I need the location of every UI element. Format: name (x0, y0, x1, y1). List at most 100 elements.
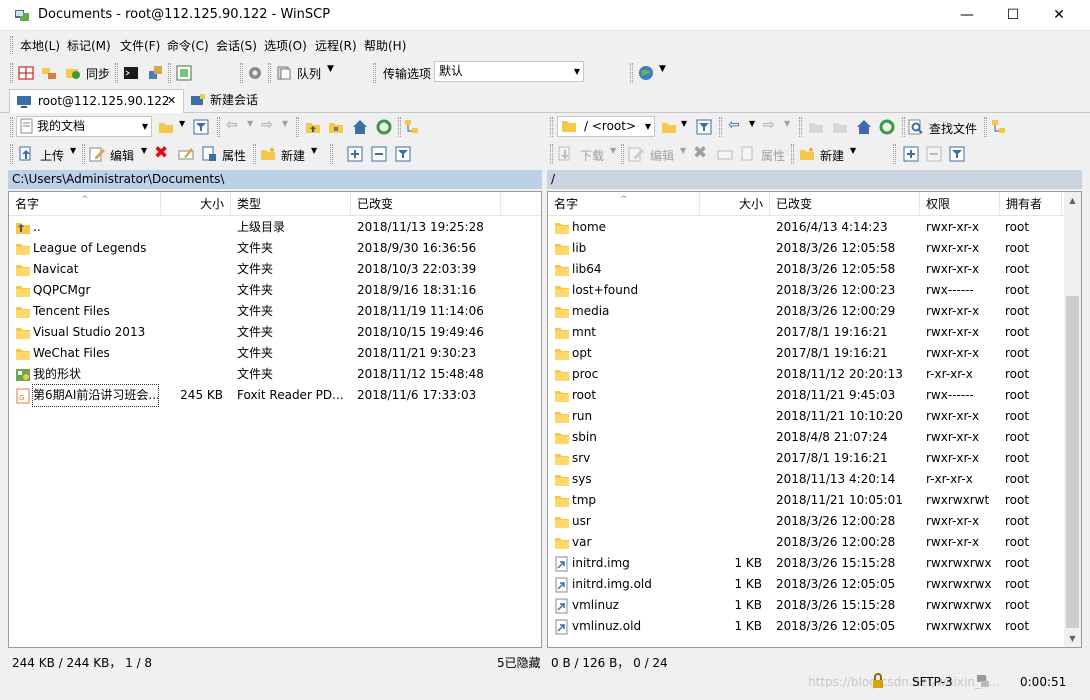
table-row[interactable]: Visual Studio 2013 文件夹 2018/10/15 19:49:46 (9, 322, 541, 343)
dropdown-arrow-icon[interactable]: ▼ (179, 119, 185, 128)
tree-view-icon[interactable] (404, 119, 420, 135)
open-folder-icon[interactable] (661, 119, 677, 135)
table-row[interactable]: lost+found 2018/3/26 12:00:23 rwx------ roo… (548, 280, 1081, 301)
local-path-bar[interactable]: C:\Users\Administrator\Documents\ (8, 170, 542, 189)
remote-location-select[interactable]: / <root> ▼ (557, 116, 655, 137)
table-row[interactable]: media 2018/3/26 12:00:29 rwxr-xr-x root (548, 301, 1081, 322)
close-button[interactable]: ✕ (1036, 0, 1082, 31)
synchronize-button-label[interactable]: 同步 (86, 65, 110, 82)
unselect-files-minus-icon[interactable] (926, 146, 942, 162)
table-row[interactable]: lib64 2018/3/26 12:05:58 rwxr-xr-x root (548, 259, 1081, 280)
menu-file[interactable]: 文件(F) (120, 37, 160, 54)
toolbar-gripper[interactable] (10, 36, 13, 54)
new-button-label[interactable]: 新建 (820, 147, 844, 164)
find-files-icon[interactable] (908, 119, 924, 135)
new-folder-icon[interactable] (799, 146, 815, 162)
synchronize-browsing-icon[interactable] (41, 65, 57, 81)
toolbar-gripper[interactable] (240, 63, 243, 83)
table-row[interactable]: opt 2017/8/1 19:16:21 rwxr-xr-x root (548, 343, 1081, 364)
table-row[interactable]: QQPCMgr 文件夹 2018/9/16 18:31:16 (9, 280, 541, 301)
download-icon[interactable] (557, 146, 573, 162)
remote-vertical-scrollbar[interactable]: ▲ ▼ (1064, 192, 1081, 647)
column-size[interactable]: 大小 (700, 192, 770, 216)
edit-button-label[interactable]: 编辑 (650, 147, 674, 164)
table-row[interactable]: .. 上级目录 2018/11/13 19:25:28 (9, 217, 541, 238)
minimize-button[interactable]: — (944, 0, 990, 31)
table-row[interactable]: initrd.img 1 KB 2018/3/26 15:15:28 rwxrwxrw… (548, 553, 1081, 574)
toolbar-gripper[interactable] (10, 117, 13, 137)
table-row[interactable]: var 2018/3/26 12:00:28 rwxr-xr-x root (548, 532, 1081, 553)
edit-icon[interactable] (89, 146, 105, 162)
new-window-icon[interactable] (176, 65, 192, 81)
table-row[interactable]: sys 2018/11/13 4:20:14 r-xr-xr-x root (548, 469, 1081, 490)
select-files-plus-icon[interactable] (903, 146, 919, 162)
filter-select-icon[interactable] (395, 146, 411, 162)
globe-icon[interactable] (638, 65, 654, 81)
download-button-label[interactable]: 下载 (580, 147, 604, 164)
select-files-plus-icon[interactable] (347, 146, 363, 162)
compare-directories-icon[interactable] (18, 65, 34, 81)
dropdown-arrow-icon[interactable]: ▼ (70, 146, 76, 155)
properties-icon[interactable] (201, 146, 217, 162)
properties-button-label[interactable]: 属性 (222, 147, 246, 164)
menu-local[interactable]: 本地(L) (20, 37, 60, 54)
dropdown-arrow-icon[interactable]: ▼ (282, 119, 288, 128)
menu-session[interactable]: 会话(S) (216, 37, 257, 54)
root-directory-icon[interactable] (328, 119, 344, 135)
dropdown-arrow-icon[interactable]: ▼ (610, 146, 616, 155)
column-owner[interactable]: 拥有者 (1000, 192, 1062, 216)
dropdown-arrow-icon[interactable]: ▼ (311, 146, 317, 155)
filter-icon[interactable] (193, 119, 209, 135)
table-row[interactable]: WeChat Files 文件夹 2018/11/21 9:30:23 (9, 343, 541, 364)
delete-icon[interactable]: ✖ (154, 143, 168, 163)
tab-session[interactable]: root@112.125.90.122 ✕ (9, 89, 184, 113)
table-row[interactable]: initrd.img.old 1 KB 2018/3/26 12:05:05 rwxr… (548, 574, 1081, 595)
new-button-label[interactable]: 新建 (281, 147, 305, 164)
home-icon[interactable] (352, 119, 368, 135)
root-directory-icon[interactable] (832, 119, 848, 135)
refresh-icon[interactable] (376, 119, 392, 135)
tab-close-icon[interactable]: ✕ (167, 90, 176, 112)
queue-icon[interactable] (276, 65, 292, 81)
maximize-button[interactable]: ☐ (990, 0, 1036, 31)
dropdown-arrow-icon[interactable]: ▼ (749, 119, 755, 128)
menu-remote[interactable]: 远程(R) (315, 37, 357, 54)
column-changed[interactable]: 已改变 (351, 192, 501, 216)
find-files-button-label[interactable]: 查找文件 (929, 120, 977, 137)
column-type[interactable]: 类型 (231, 192, 351, 216)
table-row[interactable]: 我的形状 文件夹 2018/11/12 15:48:48 (9, 364, 541, 385)
dropdown-arrow-icon[interactable]: ▼ (850, 146, 856, 155)
queue-button-label[interactable]: 队列 (297, 65, 321, 82)
column-rights[interactable]: 权限 (920, 192, 1000, 216)
toolbar-gripper[interactable] (550, 117, 553, 137)
toolbar-gripper[interactable] (10, 63, 13, 83)
synchronize-icon[interactable] (65, 65, 81, 81)
toolbar-gripper[interactable] (10, 144, 13, 164)
column-size[interactable]: 大小 (161, 192, 231, 216)
dropdown-arrow-icon[interactable]: ▼ (141, 146, 147, 155)
table-row[interactable]: proc 2018/11/12 20:20:13 r-xr-xr-x root (548, 364, 1081, 385)
scroll-down-arrow-icon[interactable]: ▼ (1064, 630, 1081, 647)
menu-mark[interactable]: 标记(M) (67, 37, 111, 54)
column-name[interactable]: 名字 ^ (548, 192, 700, 216)
upload-icon[interactable] (18, 146, 34, 162)
parent-directory-icon[interactable] (808, 119, 824, 135)
table-row[interactable]: G 第6期AI前沿讲习班会... 245 KB Foxit Reader PD... 2… (9, 384, 541, 407)
preferences-gear-icon[interactable] (247, 65, 263, 81)
back-arrow-icon[interactable]: ⇦ (728, 117, 740, 133)
dropdown-arrow-icon[interactable]: ▼ (784, 119, 790, 128)
table-row[interactable]: sbin 2018/4/8 21:07:24 rwxr-xr-x root (548, 427, 1081, 448)
home-icon[interactable] (856, 119, 872, 135)
new-folder-icon[interactable] (260, 146, 276, 162)
globe-dropdown-arrow-icon[interactable]: ▼ (659, 64, 666, 74)
putty-icon[interactable] (147, 65, 163, 81)
table-row[interactable]: Tencent Files 文件夹 2018/11/19 11:14:06 (9, 301, 541, 322)
dropdown-arrow-icon[interactable]: ▼ (681, 119, 687, 128)
properties-icon[interactable] (740, 146, 756, 162)
unselect-files-minus-icon[interactable] (371, 146, 387, 162)
edit-button-label[interactable]: 编辑 (110, 147, 134, 164)
table-row[interactable]: lib 2018/3/26 12:05:58 rwxr-xr-x root (548, 238, 1081, 259)
table-row[interactable]: vmlinuz 1 KB 2018/3/26 15:15:28 rwxrwxrwx ro… (548, 595, 1081, 616)
table-row[interactable]: Navicat 文件夹 2018/10/3 22:03:39 (9, 259, 541, 280)
transfer-preset-select[interactable]: 默认 ▼ (434, 61, 584, 82)
